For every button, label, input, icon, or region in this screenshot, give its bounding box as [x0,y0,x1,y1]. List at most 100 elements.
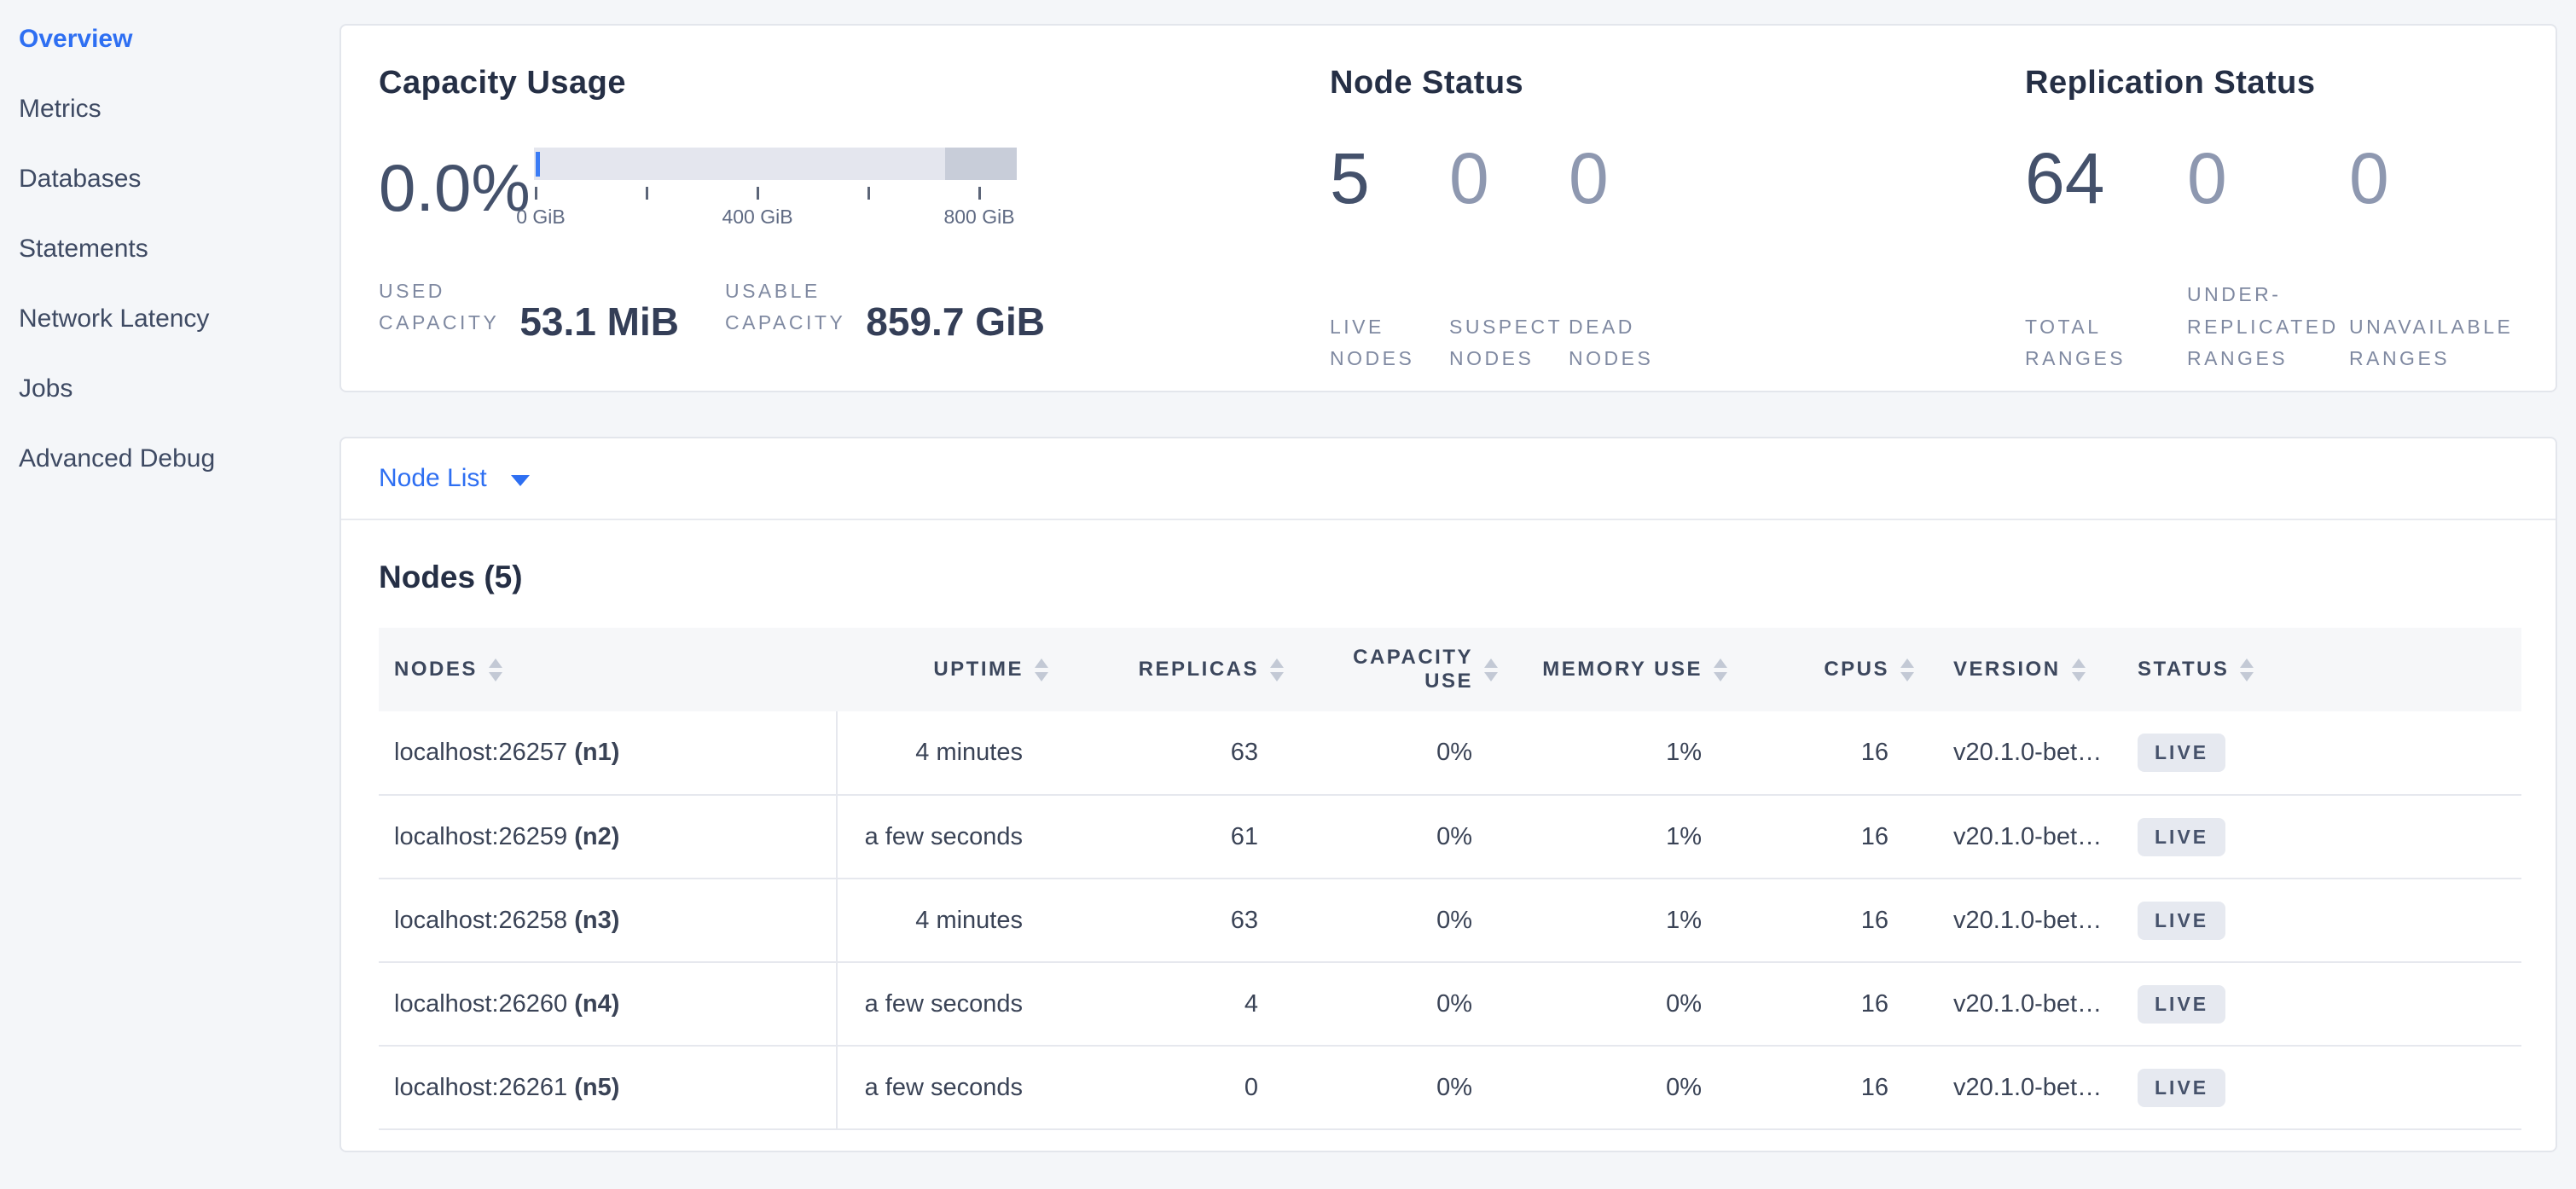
node-cell: localhost:26259 (n2) [379,795,837,879]
sidebar-item-metrics[interactable]: Metrics [19,96,339,123]
version-cell: v20.1.0-bet… [1916,879,2132,962]
uptime-cell: 4 minutes [837,879,1050,962]
cpus-cell: 16 [1729,879,1916,962]
node-address: localhost:26260 [394,990,574,1018]
memory-use-cell: 1% [1500,711,1729,795]
nodes-table: NODES UPTIME REPLICAS CAPACITY USE MEMOR [379,628,2521,1130]
capacity-used-percent: 0.0% [379,148,534,231]
table-row: localhost:26261 (n5) a few seconds 0 0% … [379,1046,2521,1129]
capacity-bar-reserved-segment [945,148,1017,180]
capacity-bar-used-marker [536,152,540,177]
unavailable-ranges-value: 0 [2349,142,2513,214]
axis-label-400gib: 400 GiB [722,206,792,229]
sort-icon [1900,658,1914,682]
node-list-view-selector[interactable]: Node List [341,438,2556,520]
column-label: STATUS [2138,658,2229,682]
sidebar-item-databases[interactable]: Databases [19,165,339,193]
node-address-link[interactable]: localhost:26259 (n2) [394,823,619,850]
column-header-status[interactable]: STATUS [2132,628,2521,711]
capacity-bar [534,148,1017,180]
status-badge: LIVE [2138,734,2225,772]
column-header-uptime[interactable]: UPTIME [837,628,1050,711]
axis-label-0gib: 0 GiB [516,206,566,229]
sidebar-item-jobs[interactable]: Jobs [19,375,339,403]
unavailable-ranges-stat: 0 UNAVAILABLE RANGES [2349,142,2513,374]
version-cell: v20.1.0-bet… [1916,795,2132,879]
sort-icon [1270,658,1284,682]
capacity-use-cell: 0% [1285,1046,1500,1129]
version-cell: v20.1.0-bet… [1916,711,2132,795]
used-capacity-stat: USED CAPACITY 53.1 MiB [379,276,679,341]
node-id: (n2) [574,823,619,850]
suspect-nodes-value: 0 [1449,142,1569,214]
memory-use-cell: 0% [1500,962,1729,1046]
node-address: localhost:26258 [394,907,574,934]
column-header-version[interactable]: VERSION [1916,628,2132,711]
node-status-section: Node Status 5 LIVE NODES 0 SUSPECT NODES… [1330,65,2025,391]
replicas-cell: 63 [1050,879,1285,962]
column-header-nodes[interactable]: NODES [379,628,837,711]
node-address-link[interactable]: localhost:26260 (n4) [394,990,619,1018]
dead-nodes-stat: 0 DEAD NODES [1569,142,1688,374]
axis-label-800gib: 800 GiB [943,206,1014,229]
suspect-nodes-label: SUSPECT NODES [1449,311,1569,375]
sidebar-item-overview[interactable]: Overview [19,26,339,53]
column-header-replicas[interactable]: REPLICAS [1050,628,1285,711]
version-cell: v20.1.0-bet… [1916,1046,2132,1129]
dead-nodes-value: 0 [1569,142,1688,214]
cpus-cell: 16 [1729,795,1916,879]
node-address-link[interactable]: localhost:26261 (n5) [394,1074,619,1101]
node-cell: localhost:26260 (n4) [379,962,837,1046]
cluster-overview-page: Overview Metrics Databases Statements Ne… [0,0,2576,1189]
node-address-link[interactable]: localhost:26258 (n3) [394,907,619,934]
under-replicated-ranges-label: UNDER-REPLICATED RANGES [2187,279,2349,374]
capacity-usage-section: Capacity Usage 0.0% [379,65,1330,391]
memory-use-cell: 0% [1500,1046,1729,1129]
capacity-usage-title: Capacity Usage [379,65,1330,102]
used-capacity-label: USED CAPACITY [379,276,499,339]
column-label: MEMORY USE [1542,658,1703,682]
cpus-cell: 16 [1729,711,1916,795]
column-label: CPUS [1824,658,1889,682]
capacity-use-cell: 0% [1285,879,1500,962]
status-cell: LIVE [2132,1046,2521,1129]
under-replicated-ranges-value: 0 [2187,142,2349,214]
version-cell: v20.1.0-bet… [1916,962,2132,1046]
usable-capacity-stat: USABLE CAPACITY 859.7 GiB [725,276,1045,341]
status-cell: LIVE [2132,711,2521,795]
capacity-bar-chart: 0 GiB 400 GiB 800 GiB [534,148,1017,231]
sidebar-item-advanced-debug[interactable]: Advanced Debug [19,445,339,473]
column-header-memory-use[interactable]: MEMORY USE [1500,628,1729,711]
sidebar: Overview Metrics Databases Statements Ne… [0,0,339,1189]
live-nodes-stat: 5 LIVE NODES [1330,142,1449,374]
sort-icon [2072,658,2086,682]
cluster-summary-card: Capacity Usage 0.0% [339,24,2557,392]
node-address-link[interactable]: localhost:26257 (n1) [394,739,619,766]
sidebar-item-network-latency[interactable]: Network Latency [19,305,339,333]
cpus-cell: 16 [1729,1046,1916,1129]
column-header-cpus[interactable]: CPUS [1729,628,1916,711]
usable-capacity-value: 859.7 GiB [866,302,1045,341]
capacity-use-cell: 0% [1285,962,1500,1046]
under-replicated-ranges-stat: 0 UNDER-REPLICATED RANGES [2187,142,2349,374]
table-row: localhost:26259 (n2) a few seconds 61 0%… [379,795,2521,879]
table-row: localhost:26260 (n4) a few seconds 4 0% … [379,962,2521,1046]
replicas-cell: 0 [1050,1046,1285,1129]
total-ranges-label: TOTAL RANGES [2025,311,2187,375]
status-badge: LIVE [2138,818,2225,856]
table-header-row: NODES UPTIME REPLICAS CAPACITY USE MEMOR [379,628,2521,711]
node-id: (n5) [574,1074,619,1101]
capacity-axis-labels: 0 GiB 400 GiB 800 GiB [534,206,1017,231]
sort-icon [1714,658,1727,682]
replicas-cell: 63 [1050,711,1285,795]
sidebar-item-statements[interactable]: Statements [19,235,339,263]
column-label: NODES [394,658,478,682]
uptime-cell: a few seconds [837,795,1050,879]
column-header-capacity-use[interactable]: CAPACITY USE [1285,628,1500,711]
node-id: (n1) [574,739,619,766]
node-address: localhost:26257 [394,739,574,766]
node-list-selector-label: Node List [379,464,487,493]
uptime-cell: a few seconds [837,962,1050,1046]
cpus-cell: 16 [1729,962,1916,1046]
node-list-card: Node List Nodes (5) NODES UPTIME [339,437,2557,1152]
